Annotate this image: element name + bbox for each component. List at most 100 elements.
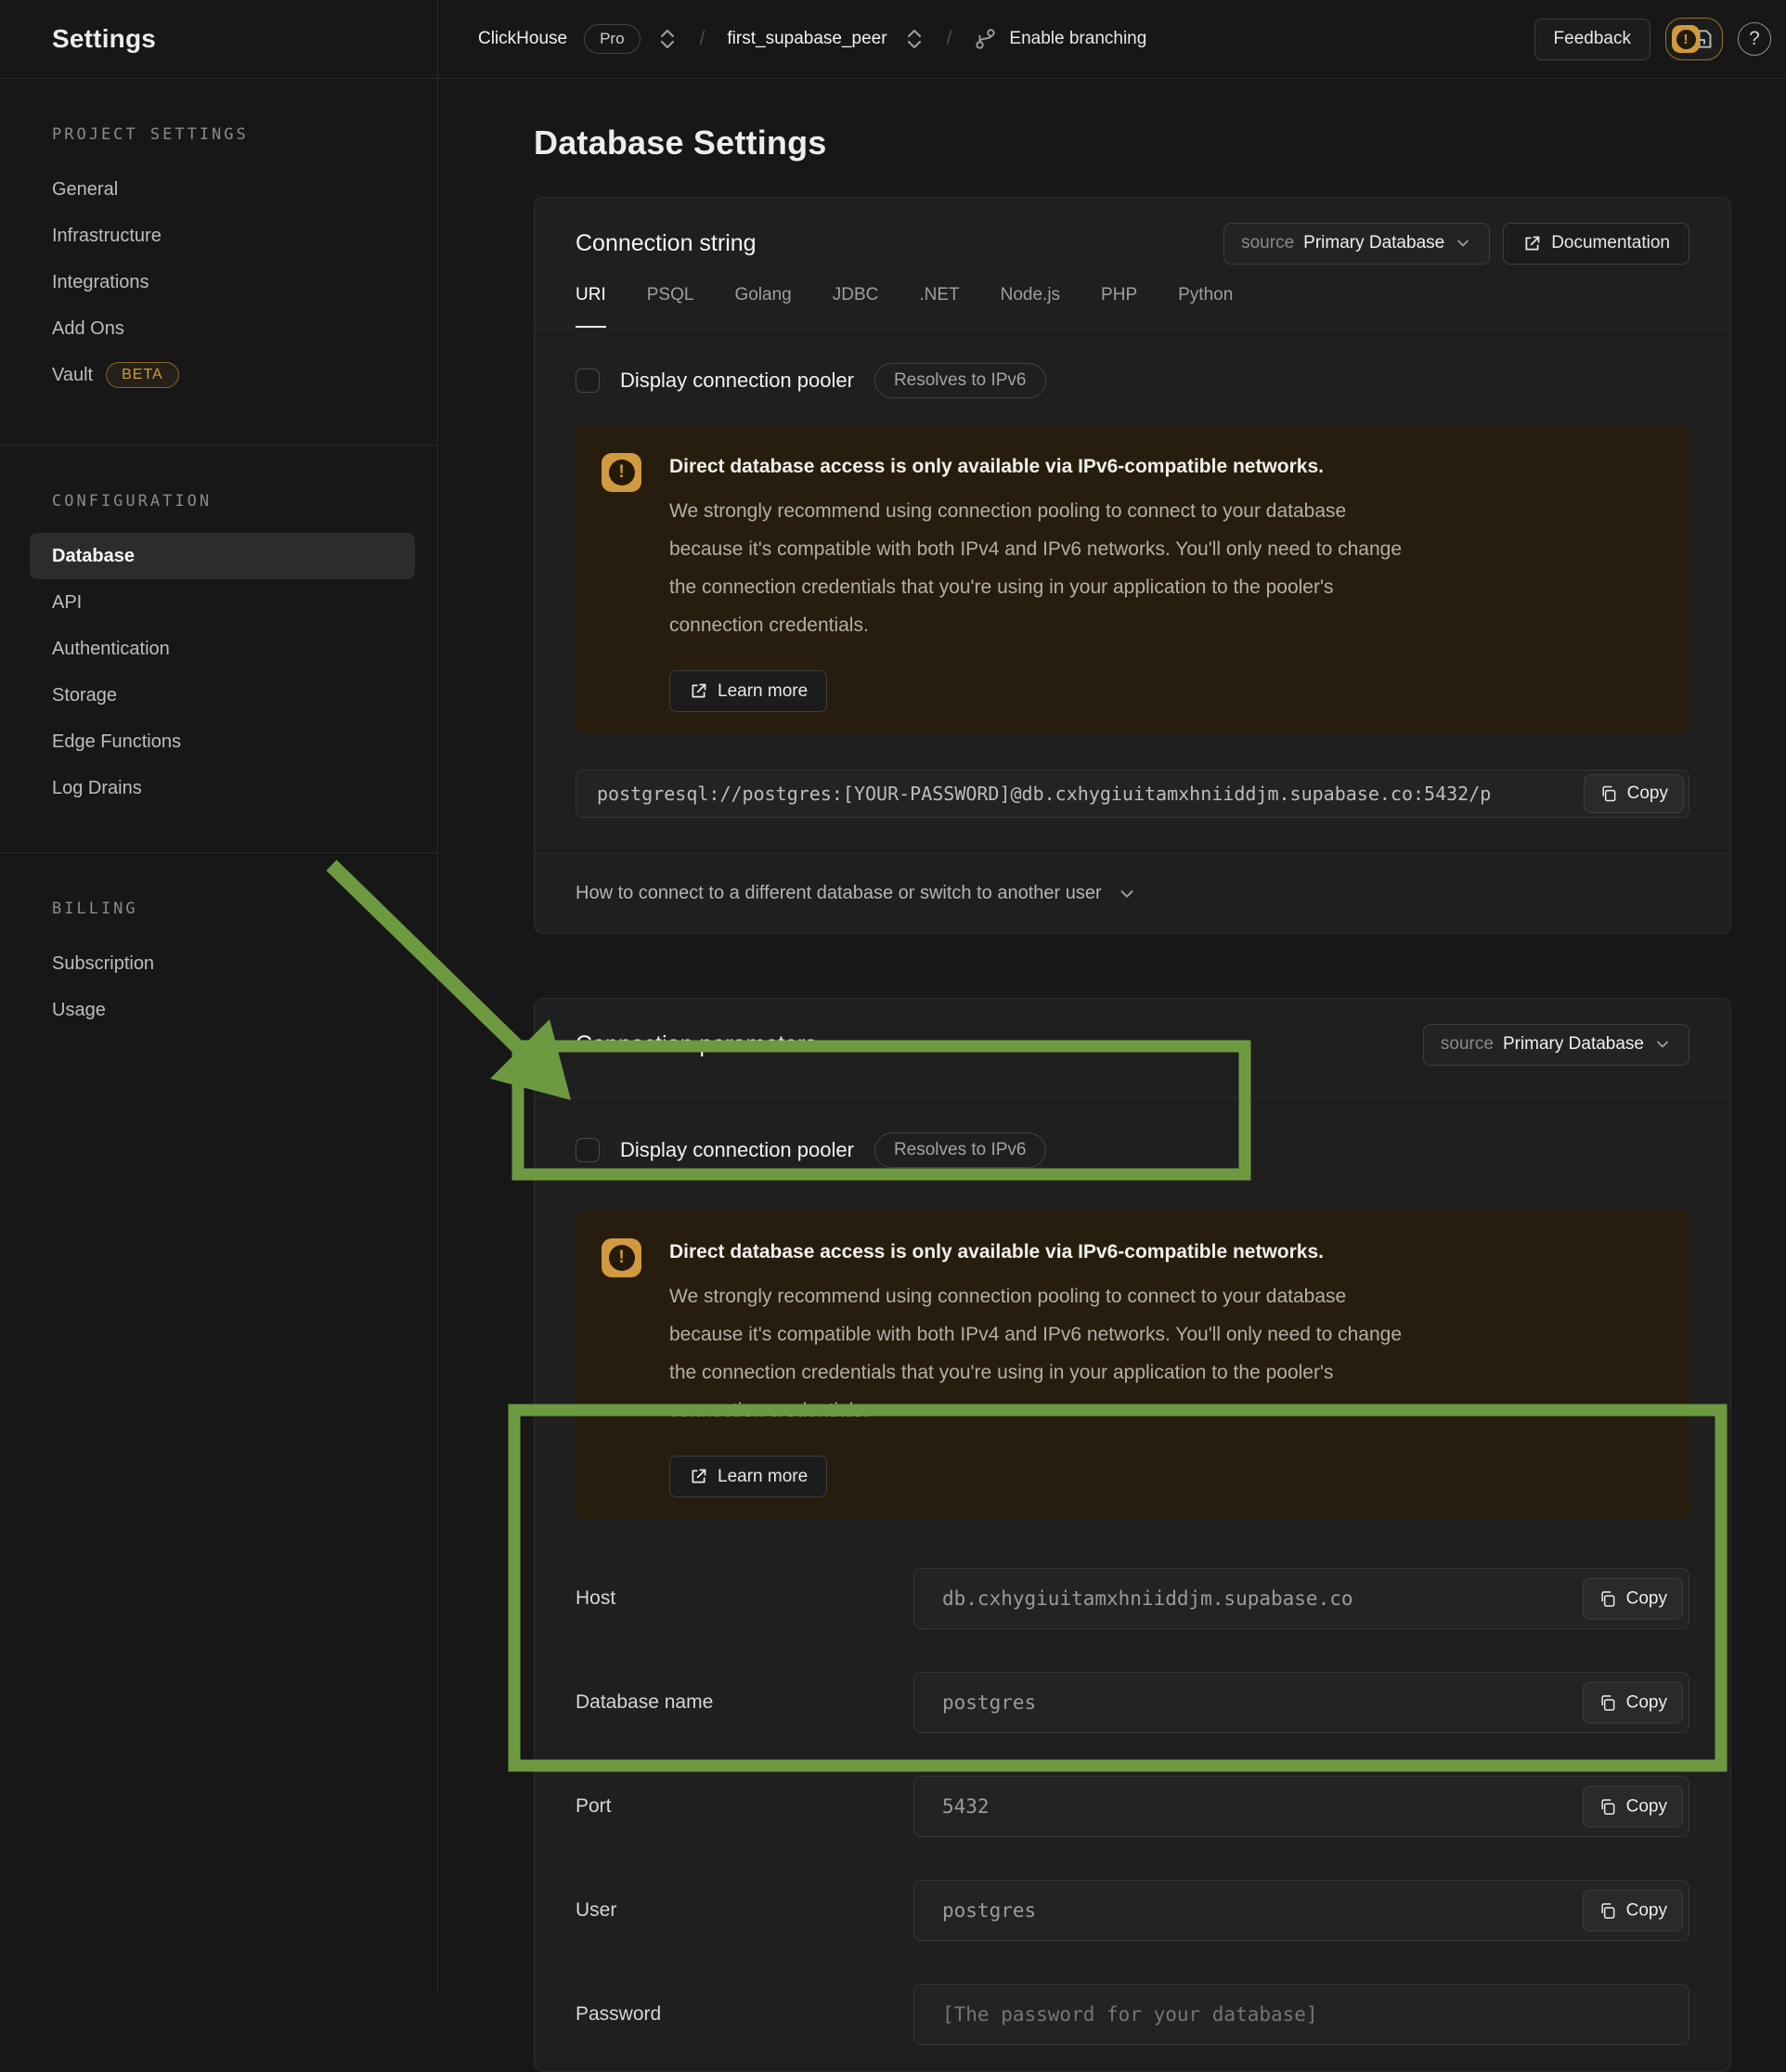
source-select[interactable]: source Primary Database [1223, 223, 1490, 265]
database-name-field-row: Database name postgres Copy [576, 1672, 1689, 1733]
git-branch-icon [974, 27, 998, 51]
warning-title: Direct database access is only available… [669, 453, 1403, 481]
sidebar-item-api[interactable]: API [30, 579, 415, 626]
host-label: Host [576, 1587, 913, 1610]
tab-psql[interactable]: PSQL [647, 279, 694, 328]
external-link-icon [689, 681, 708, 701]
user-input[interactable]: postgres Copy [913, 1880, 1689, 1941]
ipv6-warning: ! Direct database access is only availab… [576, 425, 1689, 734]
tab-uri[interactable]: URI [576, 279, 606, 328]
sidebar-item-infrastructure[interactable]: Infrastructure [30, 213, 415, 259]
learn-more-button[interactable]: Learn more [669, 1456, 827, 1497]
display-connection-pooler-checkbox[interactable] [576, 369, 600, 393]
ipv6-warning: ! Direct database access is only availab… [576, 1211, 1689, 1520]
copy-icon [1598, 1901, 1617, 1920]
enable-branching-label: Enable branching [1009, 29, 1146, 49]
source-select[interactable]: source Primary Database [1423, 1024, 1689, 1066]
window-title: Settings [52, 24, 156, 54]
chevron-down-icon [1653, 1035, 1672, 1054]
tab-python[interactable]: Python [1178, 279, 1233, 328]
warning-body: We strongly recommend using connection p… [669, 492, 1403, 644]
tab-golang[interactable]: Golang [734, 279, 791, 328]
tab-dotnet[interactable]: .NET [919, 279, 959, 328]
help-button[interactable]: ? [1738, 22, 1771, 56]
port-field-row: Port 5432 Copy [576, 1776, 1689, 1837]
page-title: Database Settings [534, 123, 1731, 162]
sidebar-item-subscription[interactable]: Subscription [30, 940, 415, 987]
org-switcher-icon[interactable] [657, 27, 678, 51]
sidebar-divider [0, 852, 437, 853]
feedback-button[interactable]: Feedback [1534, 19, 1650, 60]
warning-icon: ! [602, 1238, 641, 1277]
enable-branching-button[interactable]: Enable branching [974, 27, 1146, 51]
warning-badge-icon: ! [1672, 25, 1700, 53]
sidebar-item-vault[interactable]: Vault BETA [30, 352, 415, 398]
sidebar-item-usage[interactable]: Usage [30, 987, 415, 1033]
breadcrumb-org[interactable]: ClickHouse [478, 29, 567, 49]
breadcrumb-separator: / [694, 28, 711, 50]
breadcrumb-project[interactable]: first_supabase_peer [727, 29, 887, 49]
copy-connection-string-button[interactable]: Copy [1584, 774, 1684, 813]
copy-user-button[interactable]: Copy [1583, 1890, 1683, 1932]
sidebar-item-database[interactable]: Database [30, 533, 415, 579]
connection-string-card: Connection string source Primary Databas… [534, 197, 1731, 934]
external-link-icon [689, 1467, 708, 1486]
copy-database-name-button[interactable]: Copy [1583, 1682, 1683, 1724]
sidebar-item-log-drains[interactable]: Log Drains [30, 765, 415, 811]
user-label: User [576, 1899, 913, 1922]
sidebar-item-storage[interactable]: Storage [30, 672, 415, 719]
database-name-input[interactable]: postgres Copy [913, 1672, 1689, 1733]
password-input[interactable]: [The password for your database] [913, 1984, 1689, 2045]
breadcrumb-separator: / [941, 28, 958, 50]
external-link-icon [1522, 234, 1542, 253]
copy-port-button[interactable]: Copy [1583, 1786, 1683, 1828]
project-switcher-icon[interactable] [904, 27, 925, 51]
resolves-ipv6-badge: Resolves to IPv6 [874, 1133, 1046, 1168]
pooler-label: Display connection pooler [620, 369, 854, 393]
connection-string-title: Connection string [576, 230, 757, 257]
settings-sidebar: PROJECT SETTINGS General Infrastructure … [0, 79, 438, 1992]
connect-help-expander[interactable]: How to connect to a different database o… [535, 853, 1730, 933]
tab-php[interactable]: PHP [1101, 279, 1137, 328]
port-input[interactable]: 5432 Copy [913, 1776, 1689, 1837]
section-label-billing: BILLING [0, 900, 437, 920]
pooler-label: Display connection pooler [620, 1138, 854, 1162]
copy-icon [1598, 1693, 1617, 1712]
documentation-button[interactable]: Documentation [1503, 223, 1689, 265]
port-label: Port [576, 1795, 913, 1818]
notifications-button[interactable]: ! [1665, 18, 1723, 60]
copy-icon [1598, 1797, 1617, 1816]
breadcrumb: ClickHouse Pro / first_supabase_peer / E… [438, 24, 1534, 54]
learn-more-button[interactable]: Learn more [669, 670, 827, 712]
app-header: Settings ClickHouse Pro / first_supabase… [0, 0, 1786, 79]
copy-icon [1599, 784, 1618, 803]
database-name-label: Database name [576, 1691, 913, 1714]
help-icon: ? [1749, 28, 1760, 50]
header-actions: Feedback ! ? [1534, 18, 1786, 60]
tab-nodejs[interactable]: Node.js [1001, 279, 1060, 328]
sidebar-item-authentication[interactable]: Authentication [30, 626, 415, 672]
sidebar-item-edge-functions[interactable]: Edge Functions [30, 719, 415, 765]
display-connection-pooler-checkbox[interactable] [576, 1138, 600, 1162]
sidebar-item-integrations[interactable]: Integrations [30, 259, 415, 305]
plan-badge: Pro [584, 24, 640, 54]
host-input[interactable]: db.cxhygiuitamxhniiddjm.supabase.co Copy [913, 1568, 1689, 1629]
connection-parameters-title: Connection parameters [576, 1031, 817, 1058]
section-label-configuration: CONFIGURATION [0, 492, 437, 512]
chevron-down-icon [1454, 234, 1472, 253]
settings-header: Settings [0, 0, 438, 78]
resolves-ipv6-badge: Resolves to IPv6 [874, 363, 1046, 398]
connection-parameters-card: Connection parameters source Primary Dat… [534, 998, 1731, 2072]
warning-icon: ! [602, 453, 641, 492]
tab-jdbc[interactable]: JDBC [833, 279, 879, 328]
sidebar-item-general[interactable]: General [30, 166, 415, 213]
sidebar-item-add-ons[interactable]: Add Ons [30, 305, 415, 352]
connection-string-field[interactable]: postgresql://postgres:[YOUR-PASSWORD]@db… [576, 770, 1689, 818]
copy-host-button[interactable]: Copy [1583, 1578, 1683, 1620]
user-field-row: User postgres Copy [576, 1880, 1689, 1941]
section-label-project-settings: PROJECT SETTINGS [0, 125, 437, 146]
chevron-down-icon [1117, 884, 1137, 904]
copy-icon [1598, 1589, 1617, 1608]
main-area: Database Settings Connection string sour… [438, 79, 1786, 1992]
connection-string-tabs: URI PSQL Golang JDBC .NET Node.js PHP Py… [576, 279, 1689, 328]
